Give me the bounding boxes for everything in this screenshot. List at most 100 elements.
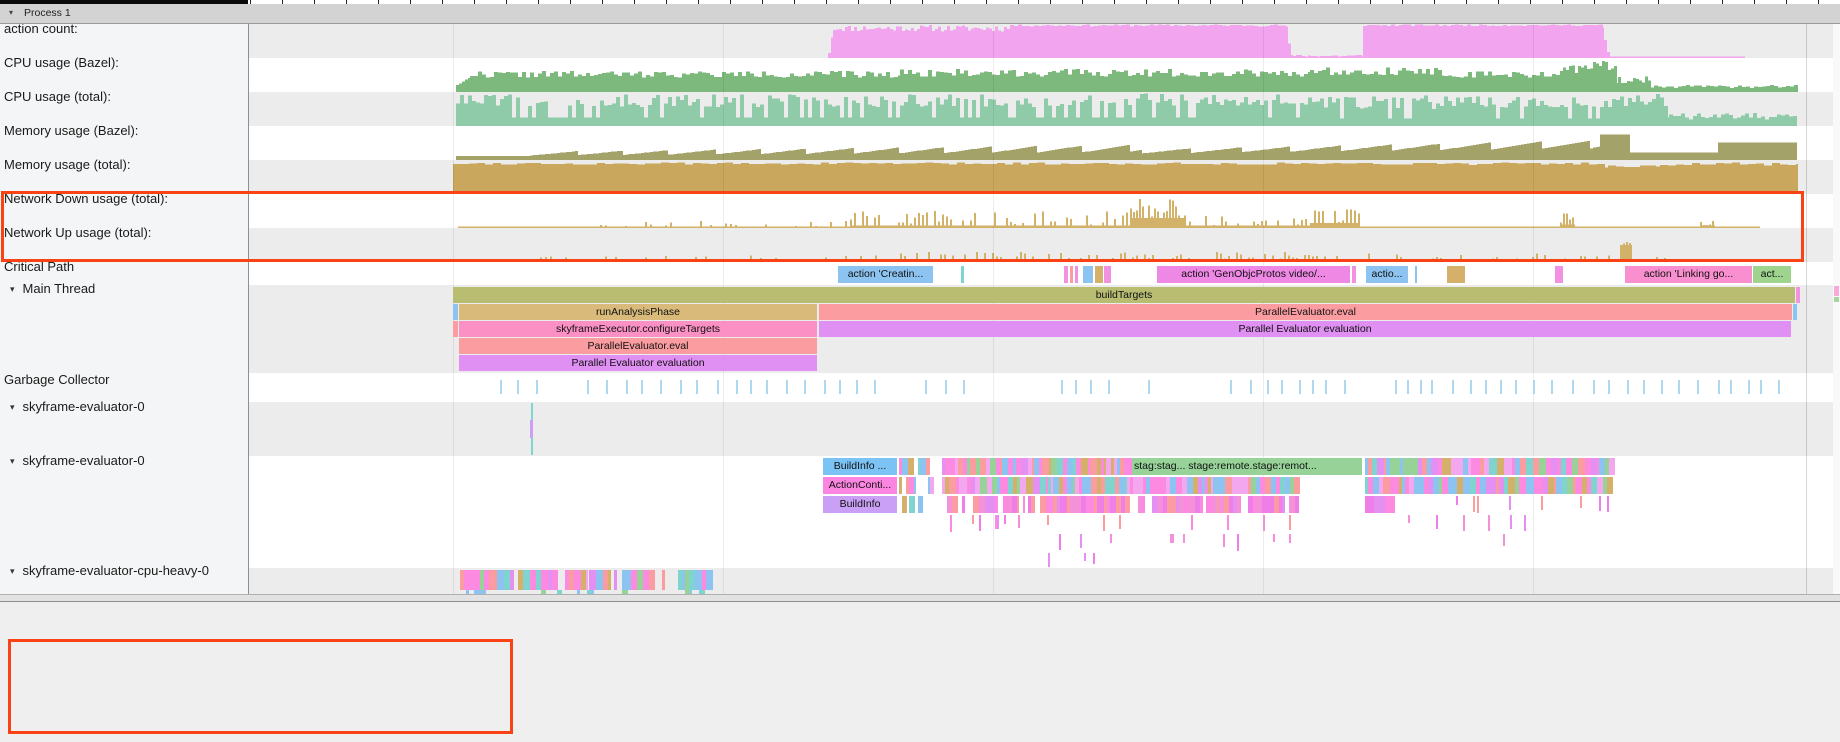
trace-slice-labeled[interactable]: actio... bbox=[1366, 266, 1408, 283]
trace-sliver[interactable] bbox=[1373, 477, 1380, 494]
gc-tick[interactable] bbox=[717, 380, 719, 394]
gc-tick[interactable] bbox=[1778, 380, 1780, 394]
gc-tick[interactable] bbox=[1148, 380, 1150, 394]
gc-tick[interactable] bbox=[1730, 380, 1732, 394]
trace-sliver[interactable] bbox=[1023, 496, 1025, 513]
trace-sliver[interactable] bbox=[1057, 458, 1064, 475]
gc-tick[interactable] bbox=[804, 380, 806, 394]
trace-sliver[interactable] bbox=[662, 570, 666, 590]
trace-sliver[interactable] bbox=[930, 477, 933, 494]
counter-chart-memory-usage-bazel-[interactable] bbox=[453, 126, 1798, 160]
trace-sliver[interactable] bbox=[1206, 496, 1213, 513]
gc-tick[interactable] bbox=[1643, 380, 1645, 394]
trace-slice[interactable] bbox=[1095, 266, 1103, 283]
sidebar-item-main-thread[interactable]: ▾Main Thread bbox=[10, 281, 95, 296]
trace-sliver[interactable] bbox=[473, 570, 480, 590]
trace-slice[interactable] bbox=[1415, 266, 1417, 283]
trace-sliver[interactable] bbox=[1295, 496, 1300, 513]
counter-chart-cpu-usage-total-[interactable] bbox=[453, 92, 1798, 126]
sidebar-item-skyframe-evaluator-cpu-heavy-0[interactable]: ▾skyframe-evaluator-cpu-heavy-0 bbox=[10, 563, 209, 578]
trace-sliver[interactable] bbox=[1541, 496, 1543, 510]
trace-sliver[interactable] bbox=[997, 515, 999, 529]
trace-sliver[interactable] bbox=[1200, 496, 1203, 513]
trace-sliver[interactable] bbox=[1128, 458, 1132, 475]
trace-sliver[interactable] bbox=[1463, 477, 1470, 494]
gc-tick[interactable] bbox=[1090, 380, 1092, 394]
trace-sliver[interactable] bbox=[1059, 534, 1061, 550]
gc-tick[interactable] bbox=[696, 380, 698, 394]
gc-tick[interactable] bbox=[1515, 380, 1517, 394]
gc-tick[interactable] bbox=[945, 380, 947, 394]
counter-chart-network-up-usage-total-[interactable] bbox=[453, 228, 1798, 262]
trace-slice-labeled[interactable]: Parallel Evaluator evaluation bbox=[459, 355, 817, 371]
trace-sliver[interactable] bbox=[1040, 496, 1047, 513]
trace-sliver[interactable] bbox=[1031, 496, 1035, 513]
trace-sliver[interactable] bbox=[899, 477, 902, 494]
trace-slice-labeled[interactable]: ActionConti... bbox=[823, 477, 897, 494]
track-area[interactable]: action 'Creatin... action 'GenObjcProtos … bbox=[0, 24, 1840, 594]
trace-sliver[interactable] bbox=[962, 496, 965, 513]
gc-tick[interactable] bbox=[1325, 380, 1327, 394]
trace-sliver[interactable] bbox=[1273, 534, 1275, 542]
trace-slice[interactable] bbox=[1075, 266, 1078, 283]
trace-sliver[interactable] bbox=[1509, 496, 1511, 510]
gc-tick[interactable] bbox=[536, 380, 538, 394]
gc-tick[interactable] bbox=[1299, 380, 1301, 394]
trace-sliver[interactable] bbox=[908, 458, 914, 475]
trace-sliver[interactable] bbox=[1508, 477, 1515, 494]
trace-sliver[interactable] bbox=[695, 570, 702, 590]
sidebar-item-skyframe-evaluator-0[interactable]: ▾skyframe-evaluator-0 bbox=[10, 453, 145, 468]
trace-sliver[interactable] bbox=[1183, 534, 1185, 543]
trace-sliver[interactable] bbox=[1526, 458, 1533, 475]
gc-tick[interactable] bbox=[736, 380, 738, 394]
trace-sliver[interactable] bbox=[1004, 515, 1006, 524]
gc-tick[interactable] bbox=[1470, 380, 1472, 394]
trace-sliver[interactable] bbox=[1155, 477, 1162, 494]
trace-sliver[interactable] bbox=[1223, 534, 1225, 547]
trace-slice-labeled[interactable]: action 'GenObjcProtos video/... bbox=[1157, 266, 1350, 283]
trace-sliver[interactable] bbox=[1289, 515, 1291, 530]
trace-sliver[interactable] bbox=[1578, 458, 1585, 475]
trace-sliver[interactable] bbox=[614, 570, 618, 590]
trace-sliver[interactable] bbox=[608, 570, 611, 590]
trace-sliver[interactable] bbox=[1172, 534, 1174, 543]
gc-tick[interactable] bbox=[660, 380, 662, 394]
trace-sliver[interactable] bbox=[1294, 477, 1300, 494]
gc-tick[interactable] bbox=[1661, 380, 1663, 394]
trace-sliver[interactable] bbox=[1488, 515, 1490, 531]
trace-sliver[interactable] bbox=[637, 570, 644, 590]
trace-sliver[interactable] bbox=[972, 515, 974, 524]
gc-tick[interactable] bbox=[856, 380, 858, 394]
trace-sliver[interactable] bbox=[1262, 496, 1269, 513]
trace-sliver[interactable] bbox=[1242, 477, 1248, 494]
gc-tick[interactable] bbox=[1760, 380, 1762, 394]
trace-sliver[interactable] bbox=[1084, 553, 1086, 561]
gc-tick[interactable] bbox=[839, 380, 841, 394]
trace-slice[interactable] bbox=[1104, 266, 1111, 283]
trace-slice-labeled[interactable]: stag:stag... stage:remote.stage:remot... bbox=[1130, 458, 1362, 475]
trace-sliver[interactable] bbox=[949, 477, 956, 494]
trace-sliver[interactable] bbox=[914, 477, 916, 494]
trace-sliver[interactable] bbox=[497, 570, 504, 590]
trace-slice-labeled[interactable]: skyframeExecutor.configureTargets bbox=[459, 321, 817, 337]
trace-sliver[interactable] bbox=[1383, 477, 1390, 494]
gc-tick[interactable] bbox=[766, 380, 768, 394]
trace-sliver[interactable] bbox=[1289, 534, 1291, 543]
gc-tick[interactable] bbox=[1061, 380, 1063, 394]
trace-sliver[interactable] bbox=[1436, 515, 1438, 529]
trace-slice-labeled[interactable]: action 'Creatin... bbox=[838, 266, 933, 283]
chevron-down-icon[interactable]: ▾ bbox=[9, 8, 13, 17]
trace-slice[interactable] bbox=[1064, 266, 1068, 283]
trace-sliver[interactable] bbox=[1431, 458, 1438, 475]
gc-tick[interactable] bbox=[626, 380, 628, 394]
trace-sliver[interactable] bbox=[902, 496, 906, 513]
trace-slice-labeled[interactable]: ParallelEvaluator.eval bbox=[819, 304, 1792, 320]
gc-tick[interactable] bbox=[1108, 380, 1110, 394]
gc-tick[interactable] bbox=[1697, 380, 1699, 394]
gc-tick[interactable] bbox=[1718, 380, 1720, 394]
gc-tick[interactable] bbox=[1500, 380, 1502, 394]
trace-sliver[interactable] bbox=[1018, 515, 1020, 528]
trace-sliver[interactable] bbox=[1378, 496, 1385, 513]
gc-tick[interactable] bbox=[1420, 380, 1422, 394]
trace-sliver[interactable] bbox=[952, 496, 958, 513]
